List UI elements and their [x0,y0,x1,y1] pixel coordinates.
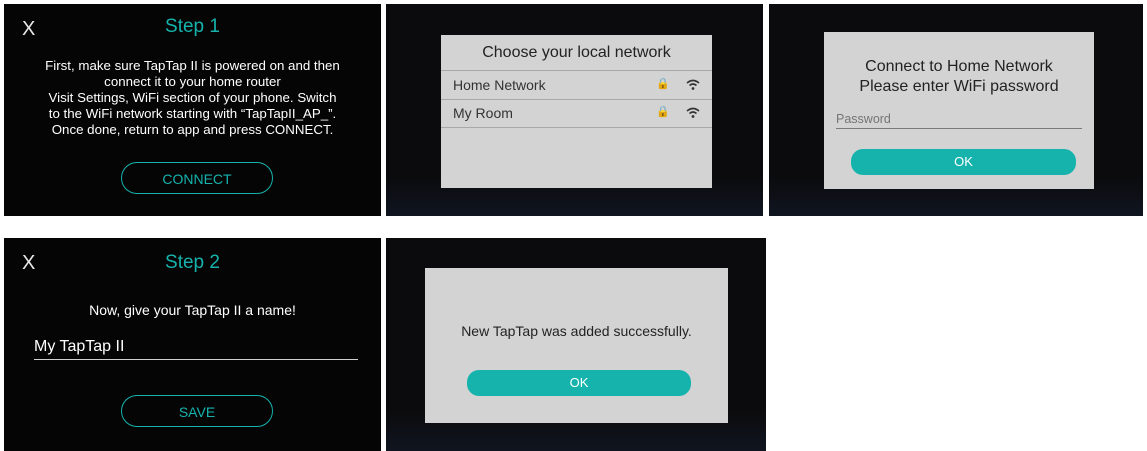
instruction-line: connect it to your home router [104,74,281,89]
step1-title: Step 1 [165,16,220,37]
network-chooser-panel: Choose your local network Home Network 🔒… [386,4,763,216]
network-name: My Room [453,105,513,121]
lock-icon: 🔒 [656,78,670,90]
success-message: New TapTap was added successfully. [461,323,692,339]
success-panel: New TapTap was added successfully. OK [386,238,766,451]
instruction-line: to the WiFi network starting with “TapTa… [48,106,337,121]
connect-button[interactable]: CONNECT [121,162,273,194]
device-name-field[interactable] [34,335,358,360]
password-field[interactable] [836,110,1082,129]
step2-panel: X Step 2 Now, give your TapTap II a name… [4,238,381,451]
save-button[interactable]: SAVE [121,395,273,427]
wifi-icon [686,79,700,90]
step2-title: Step 2 [165,252,220,273]
password-dialog-title-1: Connect to Home Network [865,58,1053,75]
network-chooser-title: Choose your local network [482,44,671,61]
ok-button[interactable]: OK [851,149,1076,175]
step1-instructions: First, make sure TapTap II is powered on… [14,58,371,138]
lock-icon: 🔒 [656,106,670,118]
instruction-line: Once done, return to app and press CONNE… [51,122,334,137]
password-panel: Connect to Home Network Please enter WiF… [769,4,1143,216]
ok-button[interactable]: OK [467,370,691,396]
step2-prompt: Now, give your TapTap II a name! [89,302,296,318]
success-dialog: New TapTap was added successfully. OK [425,268,728,423]
network-row-my-room[interactable]: My Room 🔒 [441,99,712,128]
network-chooser-dialog: Choose your local network Home Network 🔒… [441,35,712,188]
wifi-icon [686,107,700,118]
step1-panel: X Step 1 First, make sure TapTap II is p… [4,4,381,216]
instruction-line: First, make sure TapTap II is powered on… [45,58,340,73]
network-name: Home Network [453,77,546,93]
network-row-home[interactable]: Home Network 🔒 [441,70,712,100]
password-dialog-title-2: Please enter WiFi password [859,78,1059,95]
instruction-line: Visit Settings, WiFi section of your pho… [48,90,337,105]
password-dialog: Connect to Home Network Please enter WiF… [824,32,1094,189]
